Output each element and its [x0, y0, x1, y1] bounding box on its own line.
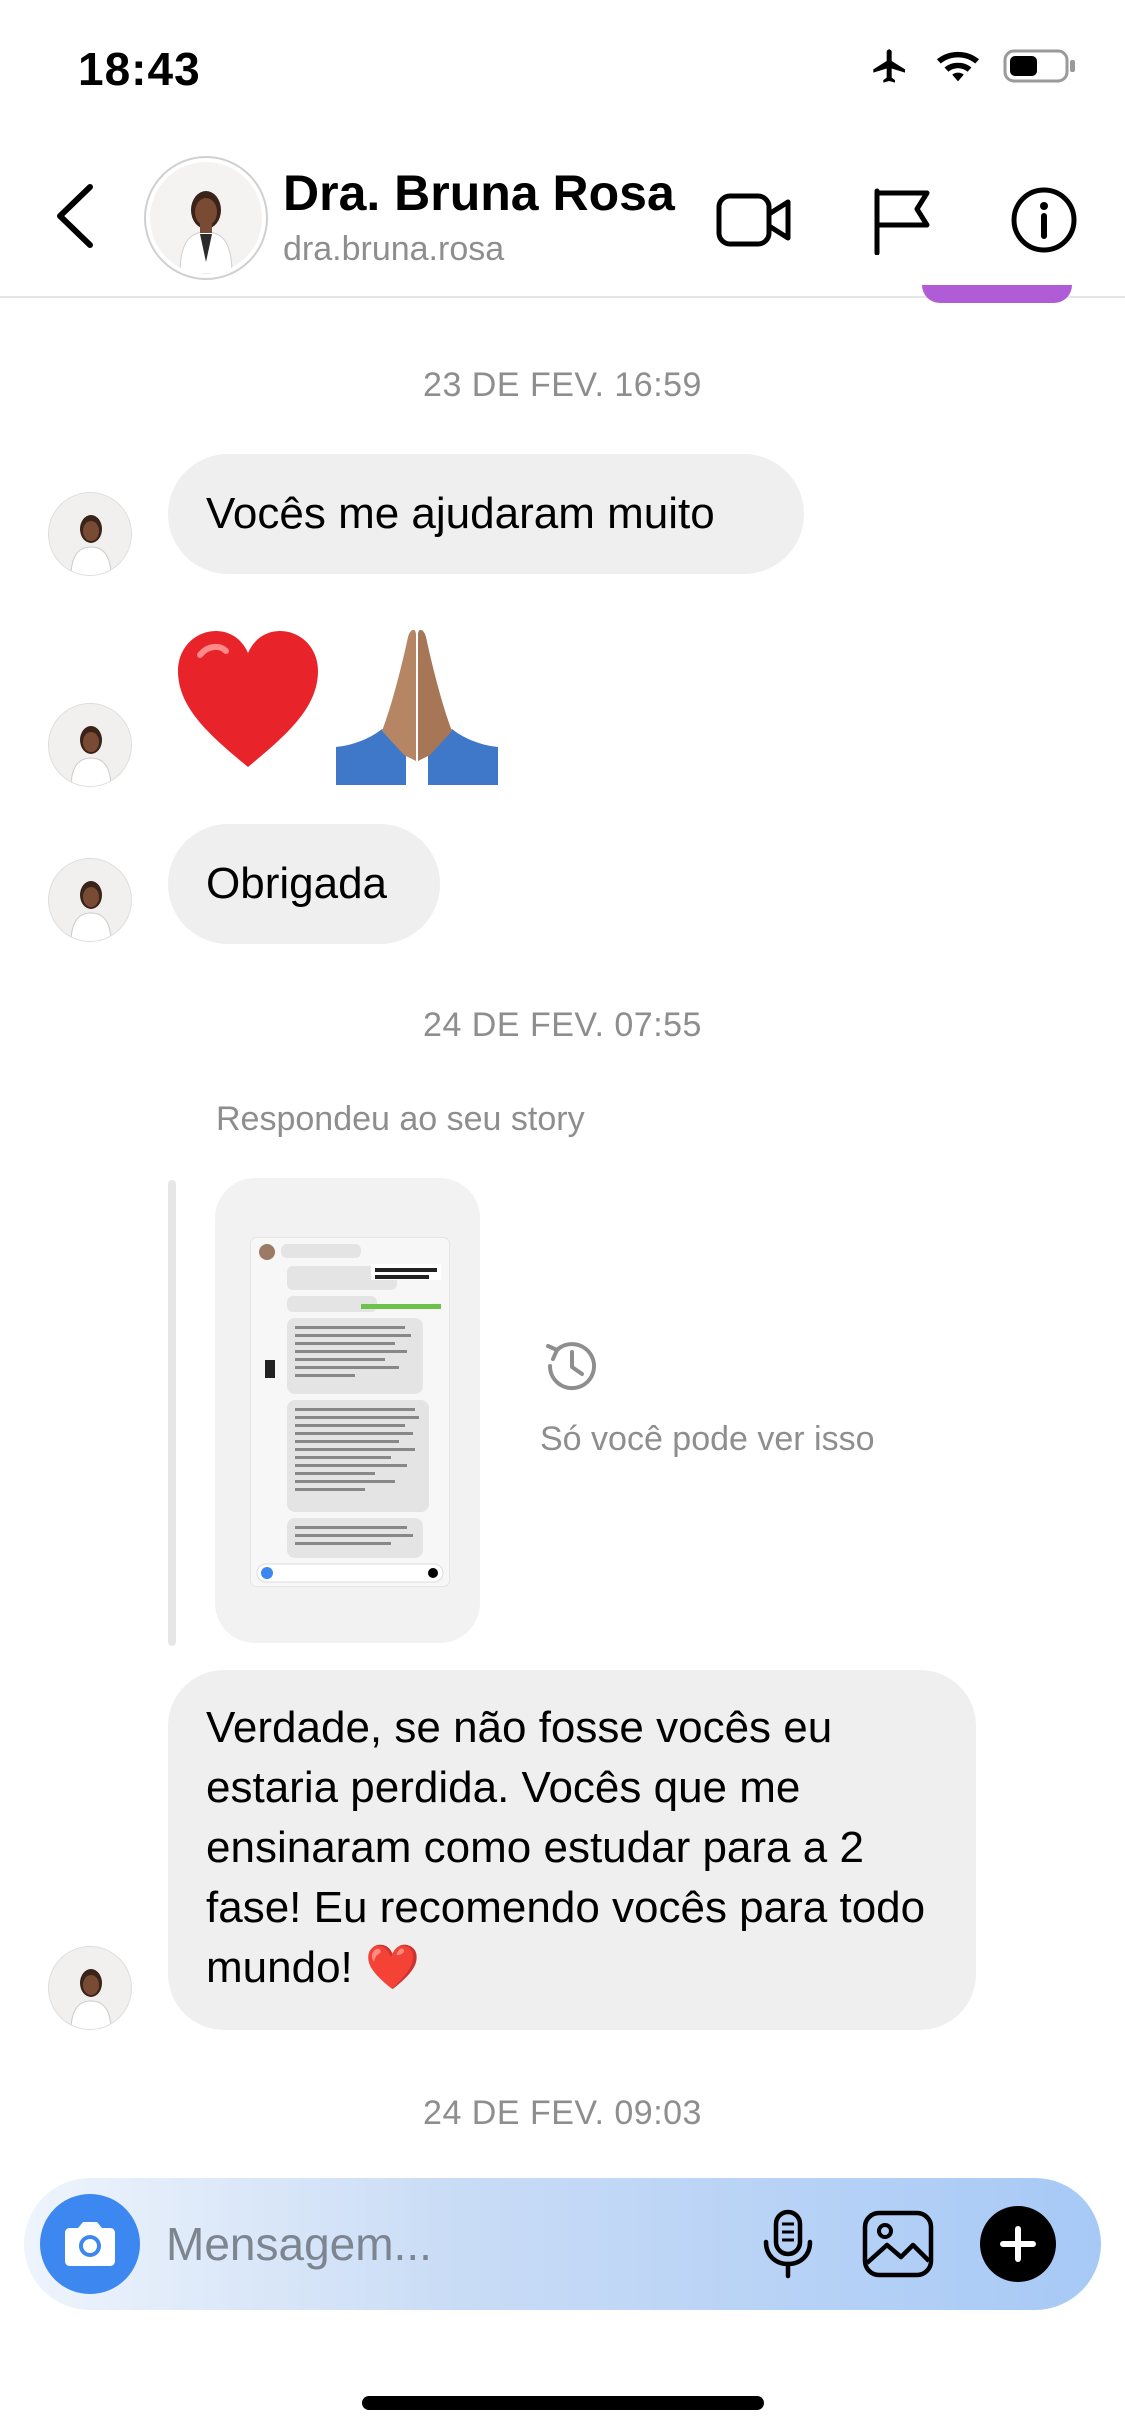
wifi-icon	[936, 51, 980, 82]
message-text: Obrigada	[206, 859, 388, 908]
gallery-icon	[862, 2210, 934, 2278]
contact-name[interactable]: Dra. Bruna Rosa	[283, 164, 675, 222]
info-icon	[1011, 187, 1077, 253]
plus-icon	[1000, 2226, 1036, 2262]
avatar-image	[49, 493, 131, 575]
camera-button[interactable]	[40, 2194, 140, 2294]
sender-avatar[interactable]	[48, 703, 132, 787]
story-reply-label: Respondeu ao seu story	[216, 1100, 585, 1138]
heart-icon	[178, 631, 318, 767]
avatar-image	[49, 1947, 131, 2029]
gallery-button[interactable]	[858, 2204, 938, 2284]
camera-icon	[65, 2222, 115, 2266]
message-composer	[24, 2178, 1101, 2310]
praying-hands-icon	[336, 629, 498, 785]
airplane-icon	[873, 49, 905, 83]
timestamp: 24 DE FEV. 09:03	[423, 2094, 702, 2132]
home-indicator[interactable]	[362, 2396, 764, 2410]
avatar-image	[49, 704, 131, 786]
status-time: 18:43	[78, 43, 201, 95]
message-input[interactable]	[166, 2208, 726, 2280]
avatar-image	[49, 859, 131, 941]
status-bar: 18:43	[0, 0, 1125, 140]
message-bubble[interactable]: Vocês me ajudaram muito	[168, 454, 804, 574]
message-bubble[interactable]: Obrigada	[168, 824, 440, 944]
report-button[interactable]	[862, 180, 942, 260]
back-button[interactable]	[44, 176, 104, 256]
history-icon	[546, 1342, 596, 1391]
video-call-icon	[716, 193, 791, 247]
previous-story-edge	[922, 285, 1072, 303]
contact-username[interactable]: dra.bruna.rosa	[283, 230, 504, 269]
timestamp: 24 DE FEV. 07:55	[423, 1006, 702, 1044]
story-preview[interactable]	[215, 1178, 480, 1643]
timestamp: 23 DE FEV. 16:59	[423, 366, 702, 404]
flag-icon	[874, 188, 930, 255]
voice-message-button[interactable]	[748, 2204, 828, 2284]
back-icon	[57, 184, 93, 248]
info-button[interactable]	[1004, 180, 1084, 260]
message-text: Verdade, se não fosse vocês eu estaria p…	[206, 1703, 926, 1992]
microphone-icon	[763, 2209, 813, 2279]
message-text: Vocês me ajudaram muito	[206, 489, 715, 538]
sender-avatar[interactable]	[48, 492, 132, 576]
header-avatar[interactable]	[144, 156, 268, 280]
status-icons	[867, 46, 1077, 86]
avatar-image	[150, 162, 262, 274]
story-reply-line	[168, 1180, 176, 1646]
message-bubble[interactable]: Verdade, se não fosse vocês eu estaria p…	[168, 1670, 976, 2030]
video-call-button[interactable]	[714, 180, 794, 260]
more-options-button[interactable]	[980, 2206, 1056, 2282]
chat-header: Dra. Bruna Rosa dra.bruna.rosa	[0, 140, 1125, 298]
sender-avatar[interactable]	[48, 858, 132, 942]
story-private-notice: Só você pode ver isso	[540, 1420, 875, 1458]
battery-icon	[1003, 49, 1075, 83]
story-screenshot-image	[251, 1238, 449, 1586]
emoji-message[interactable]	[336, 625, 498, 790]
emoji-message[interactable]	[172, 625, 324, 803]
sender-avatar[interactable]	[48, 1946, 132, 2030]
